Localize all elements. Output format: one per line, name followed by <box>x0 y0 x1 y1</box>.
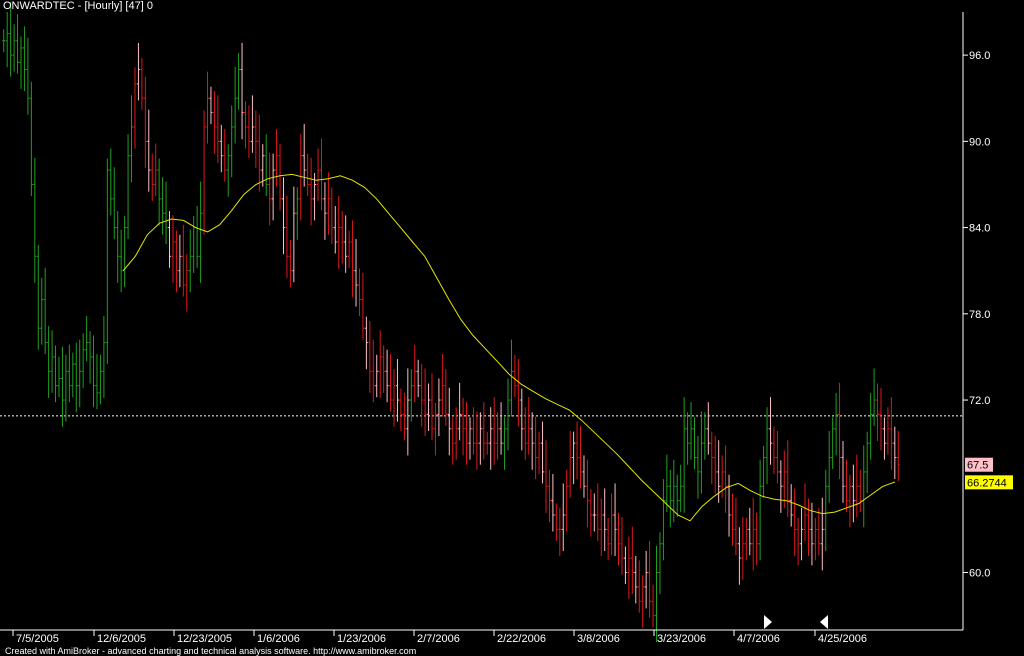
y-tick-label: 90.0 <box>969 136 990 148</box>
x-axis: 7/5/2005 12/6/2005 12/23/2005 1/6/2006 1/23/… <box>12 630 867 645</box>
x-tick-label: 3/23/2006 <box>657 633 706 645</box>
price-chart: 96.0 90.0 84.0 78.0 72.0 60.0 7/5/2005 12/6/20… <box>0 1 1013 645</box>
x-tick-label: 4/25/2006 <box>818 633 867 645</box>
x-tick-label: 2/22/2006 <box>497 633 546 645</box>
x-tick-label: 12/6/2005 <box>97 633 146 645</box>
range-marker <box>764 615 772 629</box>
x-tick-label: 4/7/2006 <box>737 633 780 645</box>
y-tick-label: 96.0 <box>969 50 990 62</box>
x-tick-label: 3/8/2006 <box>577 633 620 645</box>
y-tick-label: 60.0 <box>969 568 990 580</box>
last-close-label: 67.5 <box>967 460 988 472</box>
x-tick-label: 2/7/2006 <box>417 633 460 645</box>
last-ma-label: 66.2744 <box>967 477 1007 489</box>
x-tick-label: 1/6/2006 <box>257 633 300 645</box>
x-tick-label: 12/23/2005 <box>177 633 232 645</box>
moving-average-line <box>122 173 896 522</box>
y-axis: 96.0 90.0 84.0 78.0 72.0 60.0 <box>963 50 990 580</box>
plot-area <box>0 1 963 643</box>
range-marker <box>820 615 828 629</box>
y-tick-label: 72.0 <box>969 395 990 407</box>
x-tick-label: 7/5/2005 <box>16 633 59 645</box>
chart-title: ONWARDTEC - [Hourly] [47] 0 <box>3 0 153 12</box>
x-tick-label: 1/23/2006 <box>337 633 386 645</box>
last-value-labels: 67.5 66.2744 <box>965 457 1013 490</box>
y-tick-label: 84.0 <box>969 223 990 235</box>
y-tick-label: 78.0 <box>969 309 990 321</box>
